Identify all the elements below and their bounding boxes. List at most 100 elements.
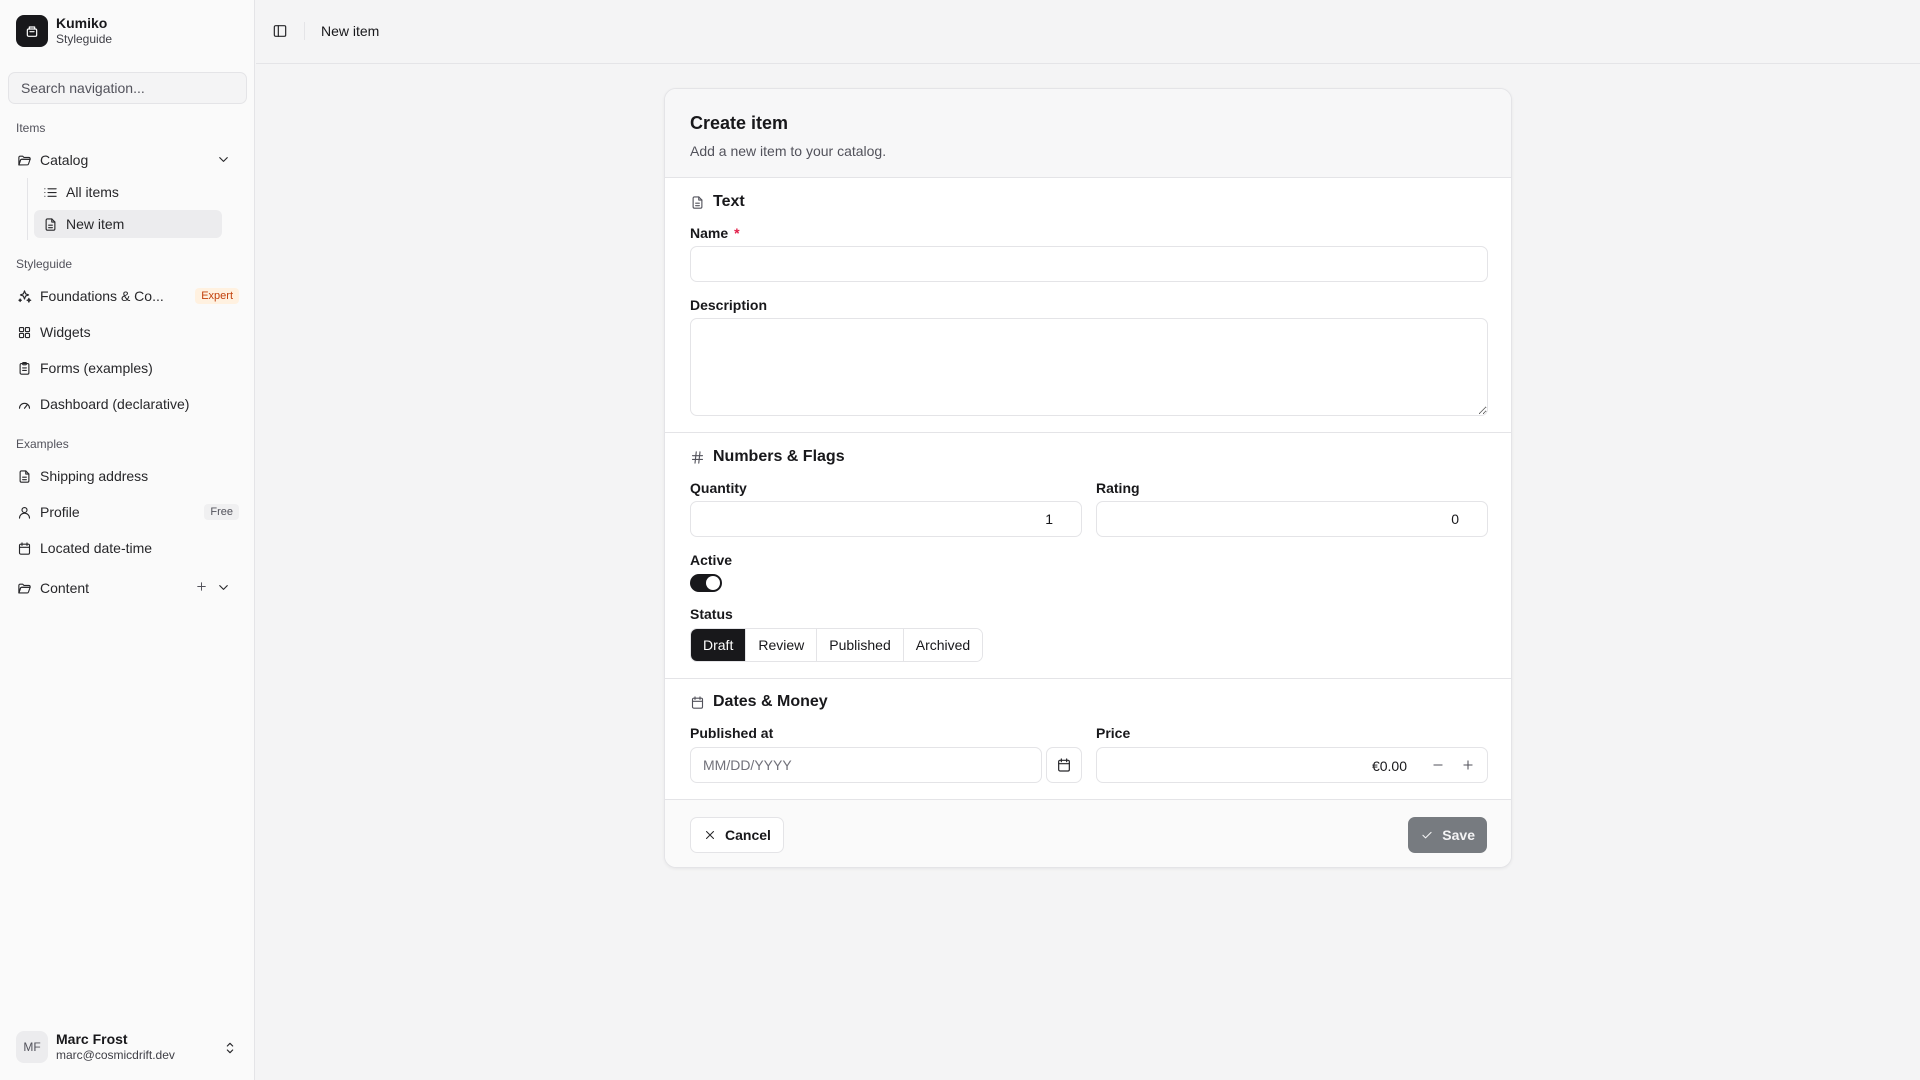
sidebar-item-all-items[interactable]: All items xyxy=(34,178,222,206)
hash-icon xyxy=(690,450,705,465)
quantity-label: Quantity xyxy=(690,480,747,496)
status-option-archived[interactable]: Archived xyxy=(903,629,983,661)
sidebar-item-label: Dashboard (declarative) xyxy=(40,396,190,412)
price-value: €0.00 xyxy=(1371,758,1407,774)
file-text-icon xyxy=(690,195,705,210)
plus-icon[interactable] xyxy=(1461,758,1475,772)
sidebar-item-label: Shipping address xyxy=(40,468,149,484)
grid-icon xyxy=(16,325,32,340)
list-icon xyxy=(42,185,58,200)
chevron-down-icon[interactable] xyxy=(215,152,231,167)
section-divider xyxy=(665,678,1511,679)
sidebar-item-catalog[interactable]: Catalog xyxy=(16,146,239,174)
section-text: Text xyxy=(690,193,745,211)
sidebar-item-forms[interactable]: Forms (examples) xyxy=(16,354,239,382)
status-option-draft[interactable]: Draft xyxy=(691,629,747,661)
status-label: Status xyxy=(690,606,733,622)
cancel-label: Cancel xyxy=(725,827,771,843)
published-at-field[interactable] xyxy=(690,747,1042,783)
file-text-icon xyxy=(42,217,58,232)
save-button[interactable]: Save xyxy=(1408,817,1487,853)
sidebar-item-label: All items xyxy=(66,184,119,200)
price-label: Price xyxy=(1096,725,1131,741)
brand[interactable]: Kumiko Styleguide xyxy=(16,15,112,47)
chevron-down-icon[interactable] xyxy=(215,580,231,595)
tree-line xyxy=(27,178,28,240)
save-label: Save xyxy=(1442,827,1475,843)
rating-label: Rating xyxy=(1096,480,1140,496)
calendar-icon xyxy=(1056,757,1072,773)
form-header: Create item Add a new item to your catal… xyxy=(665,89,1511,178)
rating-field[interactable] xyxy=(1096,501,1488,537)
minus-icon[interactable] xyxy=(1431,758,1445,772)
group-label-styleguide: Styleguide xyxy=(16,257,73,271)
section-numbers-flags: Numbers & Flags xyxy=(690,448,845,466)
badge-expert: Expert xyxy=(195,288,239,304)
form-title: Create item xyxy=(690,113,789,133)
sidebar-item-label: Profile xyxy=(40,504,80,520)
sidebar-item-foundations[interactable]: Foundations & Co... Expert xyxy=(16,282,239,310)
sidebar-item-content[interactable]: Content xyxy=(16,574,239,602)
gauge-icon xyxy=(16,397,32,412)
group-label-items: Items xyxy=(16,121,46,135)
form-description: Add a new item to your catalog. xyxy=(690,143,887,159)
price-field[interactable]: €0.00 xyxy=(1096,747,1488,783)
user-email: marc@cosmicdrift.dev xyxy=(56,1048,175,1062)
user-menu[interactable]: MF Marc Frost marc@cosmicdrift.dev xyxy=(16,1031,175,1063)
name-label: Name * xyxy=(690,225,740,241)
plus-icon[interactable] xyxy=(193,580,209,593)
cancel-button[interactable]: Cancel xyxy=(690,817,784,853)
sidebar-item-label: Foundations & Co... xyxy=(40,288,164,304)
status-segmented-control: Draft Review Published Archived xyxy=(690,628,984,662)
sidebar-item-shipping-address[interactable]: Shipping address xyxy=(16,462,239,490)
sparkles-icon xyxy=(16,289,32,304)
required-mark: * xyxy=(734,225,740,241)
sidebar-item-dashboard[interactable]: Dashboard (declarative) xyxy=(16,390,239,418)
folder-open-icon xyxy=(16,153,32,168)
name-field[interactable] xyxy=(690,246,1488,282)
section-title: Dates & Money xyxy=(713,693,828,710)
brand-name: Kumiko xyxy=(56,15,108,31)
user-icon xyxy=(16,505,32,520)
group-label-examples: Examples xyxy=(16,437,69,451)
toggle-knob xyxy=(706,576,720,590)
sidebar-item-profile[interactable]: Profile Free xyxy=(16,498,239,526)
create-item-form: Create item Add a new item to your catal… xyxy=(664,88,1512,868)
sidebar-item-label: Located date-time xyxy=(40,540,153,556)
section-title: Numbers & Flags xyxy=(713,448,845,465)
chevrons-up-down-icon[interactable] xyxy=(222,1040,238,1056)
sidebar-item-widgets[interactable]: Widgets xyxy=(16,318,239,346)
section-divider xyxy=(665,432,1511,433)
calendar-icon xyxy=(690,695,705,710)
sidebar-item-label: New item xyxy=(66,216,125,232)
panel-left-icon[interactable] xyxy=(272,23,288,39)
sidebar-item-label: Content xyxy=(40,580,90,596)
sidebar-item-label: Widgets xyxy=(40,324,91,340)
badge-free: Free xyxy=(204,504,239,520)
status-option-published[interactable]: Published xyxy=(817,629,904,661)
sidebar-item-located-date-time[interactable]: Located date-time xyxy=(16,534,239,562)
avatar: MF xyxy=(16,1031,48,1063)
published-at-label: Published at xyxy=(690,725,774,741)
user-name: Marc Frost xyxy=(56,1031,128,1047)
active-toggle[interactable] xyxy=(690,574,722,592)
search-input[interactable] xyxy=(8,72,247,104)
calendar-icon xyxy=(16,541,32,556)
quantity-field[interactable] xyxy=(690,501,1082,537)
name-label-text: Name xyxy=(690,225,729,241)
section-dates-money: Dates & Money xyxy=(690,693,828,711)
header-divider xyxy=(304,22,305,40)
clipboard-icon xyxy=(16,361,32,376)
active-label: Active xyxy=(690,552,733,568)
sidebar-item-label: Catalog xyxy=(40,152,89,168)
close-icon xyxy=(703,828,717,842)
sidebar-item-label: Forms (examples) xyxy=(40,360,153,376)
app-logo-icon xyxy=(16,15,48,47)
status-option-review[interactable]: Review xyxy=(746,629,818,661)
check-icon xyxy=(1420,828,1434,842)
top-bar: New item xyxy=(256,0,1920,64)
date-picker-button[interactable] xyxy=(1046,747,1082,783)
brand-subtitle: Styleguide xyxy=(56,32,113,46)
sidebar-item-new-item[interactable]: New item xyxy=(34,210,222,238)
description-field[interactable] xyxy=(690,318,1488,416)
